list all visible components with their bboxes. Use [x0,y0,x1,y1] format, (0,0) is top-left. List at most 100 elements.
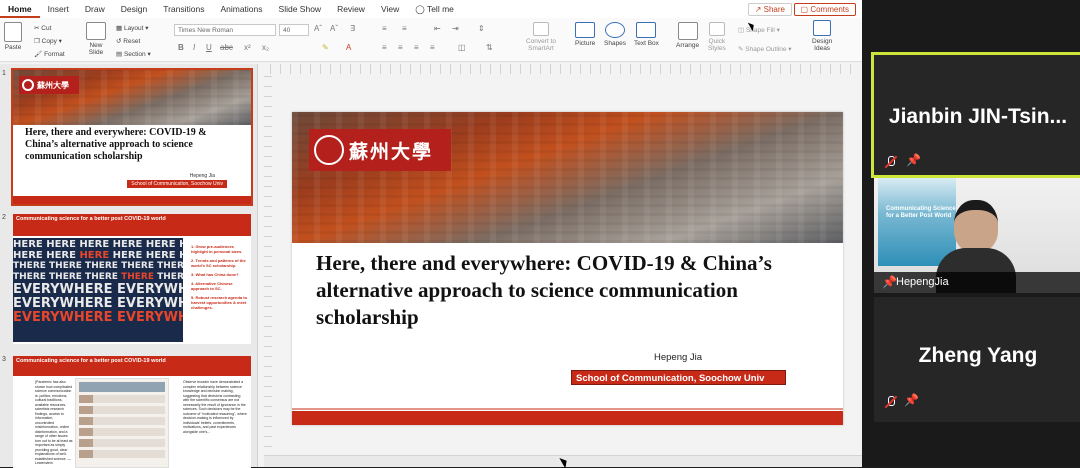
bold-icon[interactable]: B [178,43,184,52]
tab-view[interactable]: View [373,0,407,18]
text-direction-icon[interactable]: ⇅ [486,43,493,52]
pin-icon[interactable]: 📌 [906,153,921,167]
numbering-icon[interactable]: ≡ [402,24,407,33]
thumbnail-header: Communicating science for a better post … [13,214,251,236]
shapes-icon [605,22,626,38]
word-row: EVERYWHERE EVERYWHERE [13,296,183,311]
slide-thumbnail-1[interactable]: 蘇州大學 Here, there and everywhere: COVID-1… [11,68,253,206]
article-screenshot-image [75,378,169,468]
copy-button[interactable]: ❐ Copy ▾ [34,37,62,45]
muted-mic-icon [884,155,898,169]
tab-transitions[interactable]: Transitions [155,0,212,18]
slide-number: 3 [2,356,6,363]
slide-canvas[interactable]: 蘇州大學 Here, there and everywhere: COVID-1… [292,112,843,425]
tab-draw[interactable]: Draw [77,0,113,18]
shrink-font-icon[interactable]: Aˇ [330,24,338,33]
tab-insert[interactable]: Insert [40,0,77,18]
pin-icon[interactable]: 📌 [882,275,897,289]
section-button[interactable]: ▤ Section ▾ [116,50,151,58]
align-right-icon[interactable]: ≡ [414,43,419,52]
participant-tile[interactable]: Zheng Yang 📌 [874,297,1080,422]
reset-button[interactable]: ↺ Reset [116,37,140,45]
font-name-select[interactable]: Times New Roman [174,24,276,36]
footer-bar [292,408,843,425]
slide-thumbnail-3[interactable]: Communicating science for a better post … [13,356,251,468]
brush-icon: 🖌 [34,51,45,58]
layout-button[interactable]: ▦ Layout ▾ [116,24,149,32]
tab-animations[interactable]: Animations [212,0,270,18]
footer-bar [13,196,251,204]
thumbnail-header: Communicating science for a better post … [13,356,251,376]
font-size-select[interactable]: 40 [279,24,309,36]
italic-icon[interactable]: I [193,43,195,52]
strikethrough-icon[interactable]: abc [220,43,233,52]
quick-styles-button[interactable]: Quick Styles [708,22,726,52]
slide-school[interactable]: School of Communication, Soochow Univ [571,370,786,385]
word-row: HERE HERE HERE HERE HERE HERE [13,250,183,261]
design-ideas-icon [813,20,832,36]
highlight-icon[interactable]: ✎ [322,43,329,52]
new-slide-button[interactable]: New Slide [86,22,106,56]
soochow-university-logo: 蘇州大學 [19,76,79,94]
picture-button[interactable]: Picture [575,22,595,47]
justify-icon[interactable]: ≡ [430,43,435,52]
pin-icon[interactable]: 📌 [904,393,919,407]
clipboard-icon [4,22,22,42]
shapes-button[interactable]: Shapes [604,22,626,47]
subscript-icon[interactable]: x₂ [262,43,269,52]
lightbulb-icon: ◯ [415,4,427,14]
grow-font-icon[interactable]: Aˆ [314,24,322,33]
text-box-button[interactable]: Text Box [634,22,659,47]
smartart-icon [533,22,549,36]
clear-format-icon[interactable]: ∃ [350,24,355,33]
cut-button[interactable]: ✂ Cut [34,24,51,32]
tab-review[interactable]: Review [329,0,373,18]
thumbnail-column-2: Observe broader have demonstrated a comp… [183,380,247,434]
align-left-icon[interactable]: ≡ [382,43,387,52]
line-spacing-icon[interactable]: ⇕ [478,24,485,33]
columns-icon[interactable]: ◫ [458,43,466,52]
tell-me-search[interactable]: ◯ Tell me [407,0,462,18]
format-painter-button[interactable]: 🖌 Format [34,50,65,58]
ribbon-home: Paste ✂ Cut ❐ Copy ▾ 🖌 Format New Slide ▦… [0,18,862,62]
arrange-button[interactable]: Arrange [676,22,699,49]
section-icon: ▤ [116,51,124,58]
tab-design[interactable]: Design [113,0,155,18]
slide-number: 2 [2,214,6,221]
participants-panel: Jianbin JIN-Tsin... 📌 Communicating Scie… [862,0,1080,467]
paste-button[interactable]: Paste [4,22,22,51]
thumbnail-column-1: (Pandemic has also shown how complicated… [35,380,73,465]
ribbon-tabs: Home Insert Draw Design Transitions Anim… [0,0,862,18]
superscript-icon[interactable]: x² [244,43,251,52]
shape-fill-button[interactable]: ◫ Shape Fill ▾ [738,26,780,34]
slide-thumbnail-2[interactable]: Communicating science for a better post … [13,214,251,344]
slide-number: 1 [2,70,6,77]
share-button[interactable]: ↗ Share [747,3,792,16]
shape-outline-button[interactable]: ✎ Shape Outline ▾ [738,45,792,53]
participant-tile[interactable]: Communicating Science for a Better Post … [874,178,1080,293]
align-center-icon[interactable]: ≡ [398,43,403,52]
word-row: HERE HERE HERE HERE HERE HERE HERE HERE [13,239,183,250]
horizontal-ruler [270,64,855,74]
word-row: EVERYWHERE EVERYWHERE [13,310,183,325]
comment-icon: ▢ [800,5,811,14]
increase-indent-icon[interactable]: ⇥ [452,24,459,33]
bullets-icon[interactable]: ≡ [382,24,387,33]
convert-smartart-button[interactable]: Convert to SmartArt [526,22,556,52]
comments-button[interactable]: ▢ Comments [793,3,856,16]
participant-tile[interactable]: Jianbin JIN-Tsin... 📌 [871,52,1080,178]
thumbnail-author: Hepeng Jia [189,173,215,179]
tab-home[interactable]: Home [0,0,40,18]
paint-bucket-icon: ◫ [738,27,746,34]
muted-mic-icon [884,395,898,409]
slide-thumbnails-pane[interactable]: 1 蘇州大學 Here, there and everywhere: COVID… [0,64,258,468]
thumbnail-school: School of Communication, Soochow Univ [127,180,227,188]
slide-author[interactable]: Hepeng Jia [654,352,702,363]
tab-slide-show[interactable]: Slide Show [271,0,330,18]
slide-title[interactable]: Here, there and everywhere: COVID-19 & C… [316,250,836,331]
underline-icon[interactable]: U [206,43,212,52]
decrease-indent-icon[interactable]: ⇤ [434,24,441,33]
design-ideas-button[interactable]: Design Ideas [812,20,832,52]
font-color-icon[interactable]: A [346,43,351,52]
word-row: EVERYWHERE EVERYWHERE [13,282,183,297]
